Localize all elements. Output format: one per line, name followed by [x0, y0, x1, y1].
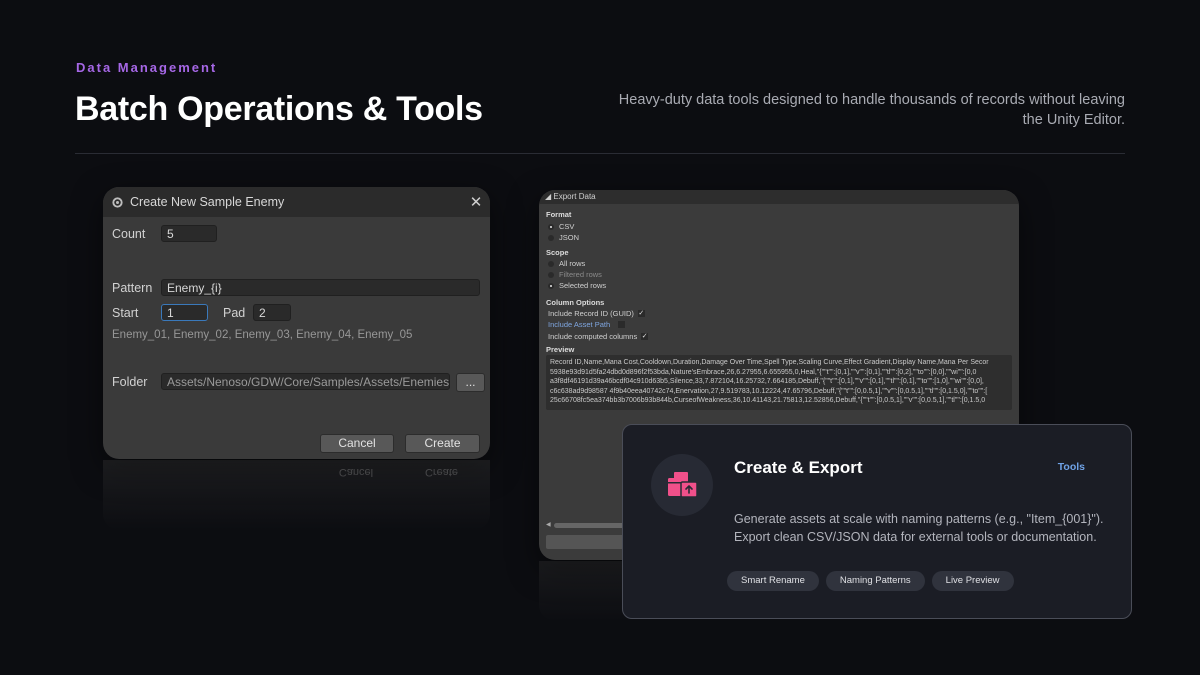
export-titlebar: ◢ Export Data	[539, 190, 1019, 204]
close-icon[interactable]: ✕	[462, 193, 490, 211]
card-description: Generate assets at scale with naming pat…	[734, 512, 1104, 544]
chip-naming-patterns: Naming Patterns	[825, 571, 925, 591]
radio-selected-icon	[548, 223, 554, 230]
include-computed-columns-toggle[interactable]: Include computed columns ✓	[548, 332, 649, 341]
radio-selected-icon	[548, 282, 554, 289]
cancel-reflection: Cancel	[338, 466, 374, 478]
page-subtitle: Heavy-duty data tools designed to handle…	[618, 92, 1125, 128]
count-field[interactable]: 5	[161, 225, 217, 242]
feature-icon-badge	[651, 454, 713, 516]
page-title: Batch Operations & Tools	[75, 90, 483, 128]
folder-label: Folder	[112, 375, 148, 389]
header-divider	[75, 153, 1125, 154]
scroll-left-icon[interactable]: ◀	[546, 521, 551, 528]
pad-field[interactable]: 2	[253, 304, 291, 321]
format-label: Format	[546, 210, 572, 219]
boxes-export-icon	[668, 472, 698, 498]
create-sample-enemy-dialog: Create New Sample Enemy ✕ Count 5 Patter…	[103, 187, 490, 459]
cancel-button[interactable]: Cancel	[320, 434, 394, 453]
card-tag: Tools	[1057, 461, 1085, 473]
preview-label: Preview	[546, 345, 575, 354]
preview-line: Record ID,Name,Mana Cost,Cooldown,Durati…	[550, 359, 989, 366]
pad-label: Pad	[223, 306, 246, 320]
unity-gear-icon	[112, 196, 123, 208]
dialog-reflection: Cancel Create	[103, 460, 490, 530]
checkbox-icon	[618, 321, 626, 328]
radio-icon	[548, 234, 554, 241]
scope-option-all[interactable]: All rows	[548, 259, 585, 268]
checkmark-icon: ✓	[637, 310, 645, 317]
format-option-csv[interactable]: CSV	[548, 222, 574, 231]
section-eyebrow: Data Management	[76, 60, 218, 75]
radio-icon	[548, 271, 554, 278]
chip-live-preview: Live Preview	[931, 571, 1014, 591]
create-export-feature-card: Create & Export Tools Generate assets at…	[622, 424, 1132, 619]
checkmark-icon: ✓	[641, 333, 649, 340]
dialog-titlebar: Create New Sample Enemy ✕	[103, 187, 490, 217]
export-title: Export Data	[553, 192, 596, 201]
radio-icon	[548, 260, 554, 267]
include-record-id-toggle[interactable]: Include Record ID (GUID) ✓	[548, 309, 645, 318]
scope-label: Scope	[546, 248, 569, 257]
preview-line: 5938e93d91d5fa24dbd0d896f2f53bda,Nature'…	[550, 368, 977, 376]
include-asset-path-toggle[interactable]: Include Asset Path	[548, 320, 626, 329]
count-label: Count	[112, 227, 146, 241]
feature-chips: Smart Rename Naming Patterns Live Previe…	[727, 571, 1014, 591]
folder-field[interactable]: Assets/Nenoso/GDW/Core/Samples/Assets/En…	[161, 373, 450, 390]
column-options-label: Column Options	[546, 298, 605, 307]
chip-smart-rename: Smart Rename	[727, 571, 819, 591]
preview-line: c6c638ad9d98587 4f9b40eea40742c74,Enerva…	[550, 387, 988, 395]
preview-line: a3f8df46191d39a46bcdf04c910d63b5,Silence…	[550, 378, 984, 385]
pattern-field[interactable]: Enemy_{i}	[161, 279, 480, 296]
preview-line: 25c66708fc5ea374bb3b7006b93b844b,Curseof…	[550, 397, 986, 404]
start-label: Start	[112, 306, 139, 320]
create-button[interactable]: Create	[405, 434, 480, 453]
start-field[interactable]: 1	[161, 304, 208, 321]
dialog-title: Create New Sample Enemy	[130, 195, 285, 209]
create-reflection: Create	[424, 466, 459, 478]
pattern-label: Pattern	[112, 281, 153, 295]
browse-folder-button[interactable]: ...	[456, 373, 485, 392]
export-preview-box: Record ID,Name,Mana Cost,Cooldown,Durati…	[546, 355, 1012, 410]
name-preview: Enemy_01, Enemy_02, Enemy_03, Enemy_04, …	[112, 329, 413, 341]
format-option-json[interactable]: JSON	[548, 233, 579, 242]
card-title: Create & Export	[734, 458, 863, 477]
scope-option-selected[interactable]: Selected rows	[548, 281, 606, 290]
scope-option-filtered[interactable]: Filtered rows	[548, 270, 602, 279]
